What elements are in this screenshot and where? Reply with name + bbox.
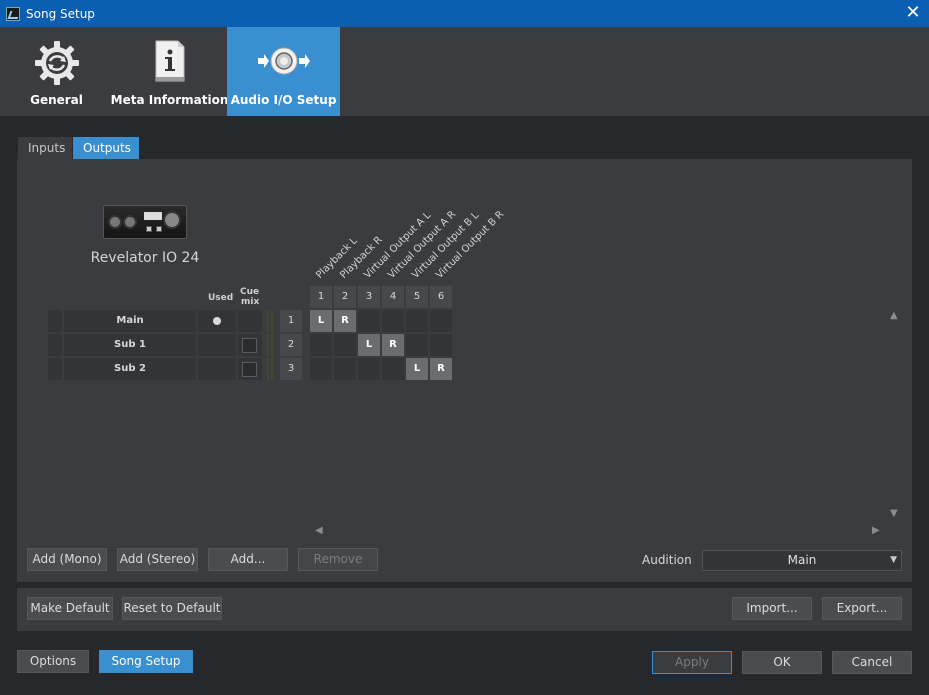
row-handle[interactable]: [48, 334, 62, 356]
cue-mix-checkbox[interactable]: [242, 362, 257, 377]
audio-interface-image: [103, 205, 187, 239]
matrix-cell-assigned[interactable]: L: [406, 358, 428, 380]
ok-button[interactable]: OK: [742, 651, 822, 674]
cue-mix-cell: [238, 334, 262, 356]
options-button[interactable]: Options: [17, 650, 89, 673]
matrix-cell[interactable]: [334, 334, 356, 356]
used-column-header: Used: [208, 293, 234, 303]
matrix-cell[interactable]: [334, 358, 356, 380]
tab-audio-io-setup-label: Audio I/O Setup: [230, 93, 337, 107]
matrix-cell[interactable]: [382, 358, 404, 380]
channel-number: 3: [358, 286, 380, 308]
scroll-right-icon[interactable]: ▶: [872, 525, 880, 536]
tab-inputs[interactable]: Inputs: [18, 137, 72, 159]
matrix-cell[interactable]: [406, 334, 428, 356]
reset-to-default-button[interactable]: Reset to Default: [122, 597, 222, 620]
bus-name-sub-1[interactable]: Sub 1: [64, 334, 196, 356]
add-stereo-button[interactable]: Add (Stereo): [117, 548, 198, 571]
window-title: Song Setup: [26, 6, 95, 21]
matrix-cell[interactable]: [358, 358, 380, 380]
bus-name-main[interactable]: Main: [64, 310, 196, 332]
import-button[interactable]: Import...: [732, 597, 812, 620]
remove-button[interactable]: Remove: [298, 548, 378, 571]
audition-select[interactable]: Main ▼: [702, 550, 902, 571]
scroll-left-icon[interactable]: ◀: [315, 525, 323, 536]
tab-meta-information-label: Meta Information: [110, 93, 229, 107]
level-meter: [267, 310, 275, 332]
matrix-cell[interactable]: [430, 334, 452, 356]
close-icon[interactable]: ✕: [902, 2, 924, 24]
tab-general[interactable]: General: [0, 27, 113, 116]
cancel-button[interactable]: Cancel: [832, 651, 912, 674]
channel-number: 1: [310, 286, 332, 308]
add-button[interactable]: Add...: [208, 548, 288, 571]
bus-name-sub-2[interactable]: Sub 2: [64, 358, 196, 380]
channel-number: 2: [334, 286, 356, 308]
scroll-up-icon[interactable]: ▲: [890, 310, 898, 321]
bus-number: 1: [280, 310, 302, 332]
channel-number: 5: [406, 286, 428, 308]
matrix-cell-assigned[interactable]: R: [334, 310, 356, 332]
cue-mix-cell: [238, 358, 262, 380]
cue-mix-checkbox[interactable]: [242, 338, 257, 353]
bus-number: 2: [280, 334, 302, 356]
row-handle[interactable]: [48, 358, 62, 380]
device-name: Revelator IO 24: [90, 250, 200, 266]
used-cell: [198, 310, 236, 332]
cue-mix-cell: [238, 310, 262, 332]
matrix-cell-assigned[interactable]: R: [430, 358, 452, 380]
row-handle[interactable]: [48, 310, 62, 332]
used-indicator-dot: [213, 317, 221, 325]
channel-number: 6: [430, 286, 452, 308]
chevron-down-icon: ▼: [890, 555, 897, 565]
cue-column-header-line1: Cue: [240, 287, 260, 297]
studio-one-app-icon: [6, 6, 20, 21]
tab-general-label: General: [30, 93, 83, 107]
channel-number: 4: [382, 286, 404, 308]
top-tab-bar: General Meta Information Audio I/O Setup: [0, 27, 929, 116]
audition-value: Main: [787, 553, 817, 567]
matrix-cell-assigned[interactable]: L: [310, 310, 332, 332]
matrix-cell[interactable]: [430, 310, 452, 332]
song-setup-button[interactable]: Song Setup: [99, 650, 193, 673]
matrix-cell[interactable]: [406, 310, 428, 332]
matrix-cell[interactable]: [310, 334, 332, 356]
scroll-down-icon[interactable]: ▼: [890, 508, 898, 519]
apply-button[interactable]: Apply: [652, 651, 732, 674]
add-mono-button[interactable]: Add (Mono): [27, 548, 107, 571]
speaker-io-icon: [257, 47, 310, 75]
title-bar: Song Setup ✕: [0, 0, 929, 27]
bus-number: 3: [280, 358, 302, 380]
used-cell: [198, 358, 236, 380]
cue-column-header-line2: mix: [241, 297, 260, 307]
matrix-cell[interactable]: [382, 310, 404, 332]
level-meter: [267, 334, 275, 356]
make-default-button[interactable]: Make Default: [27, 597, 113, 620]
gear-sync-icon: [34, 41, 79, 85]
used-cell: [198, 334, 236, 356]
matrix-cell-assigned[interactable]: L: [358, 334, 380, 356]
matrix-cell[interactable]: [310, 358, 332, 380]
level-meter: [267, 358, 275, 380]
tab-outputs[interactable]: Outputs: [73, 137, 139, 159]
matrix-cell[interactable]: [358, 310, 380, 332]
export-button[interactable]: Export...: [822, 597, 902, 620]
audition-label: Audition: [642, 553, 692, 567]
info-document-icon: [155, 40, 184, 82]
matrix-cell-assigned[interactable]: R: [382, 334, 404, 356]
tab-audio-io-setup[interactable]: Audio I/O Setup: [227, 27, 340, 116]
tab-meta-information[interactable]: Meta Information: [110, 27, 229, 116]
